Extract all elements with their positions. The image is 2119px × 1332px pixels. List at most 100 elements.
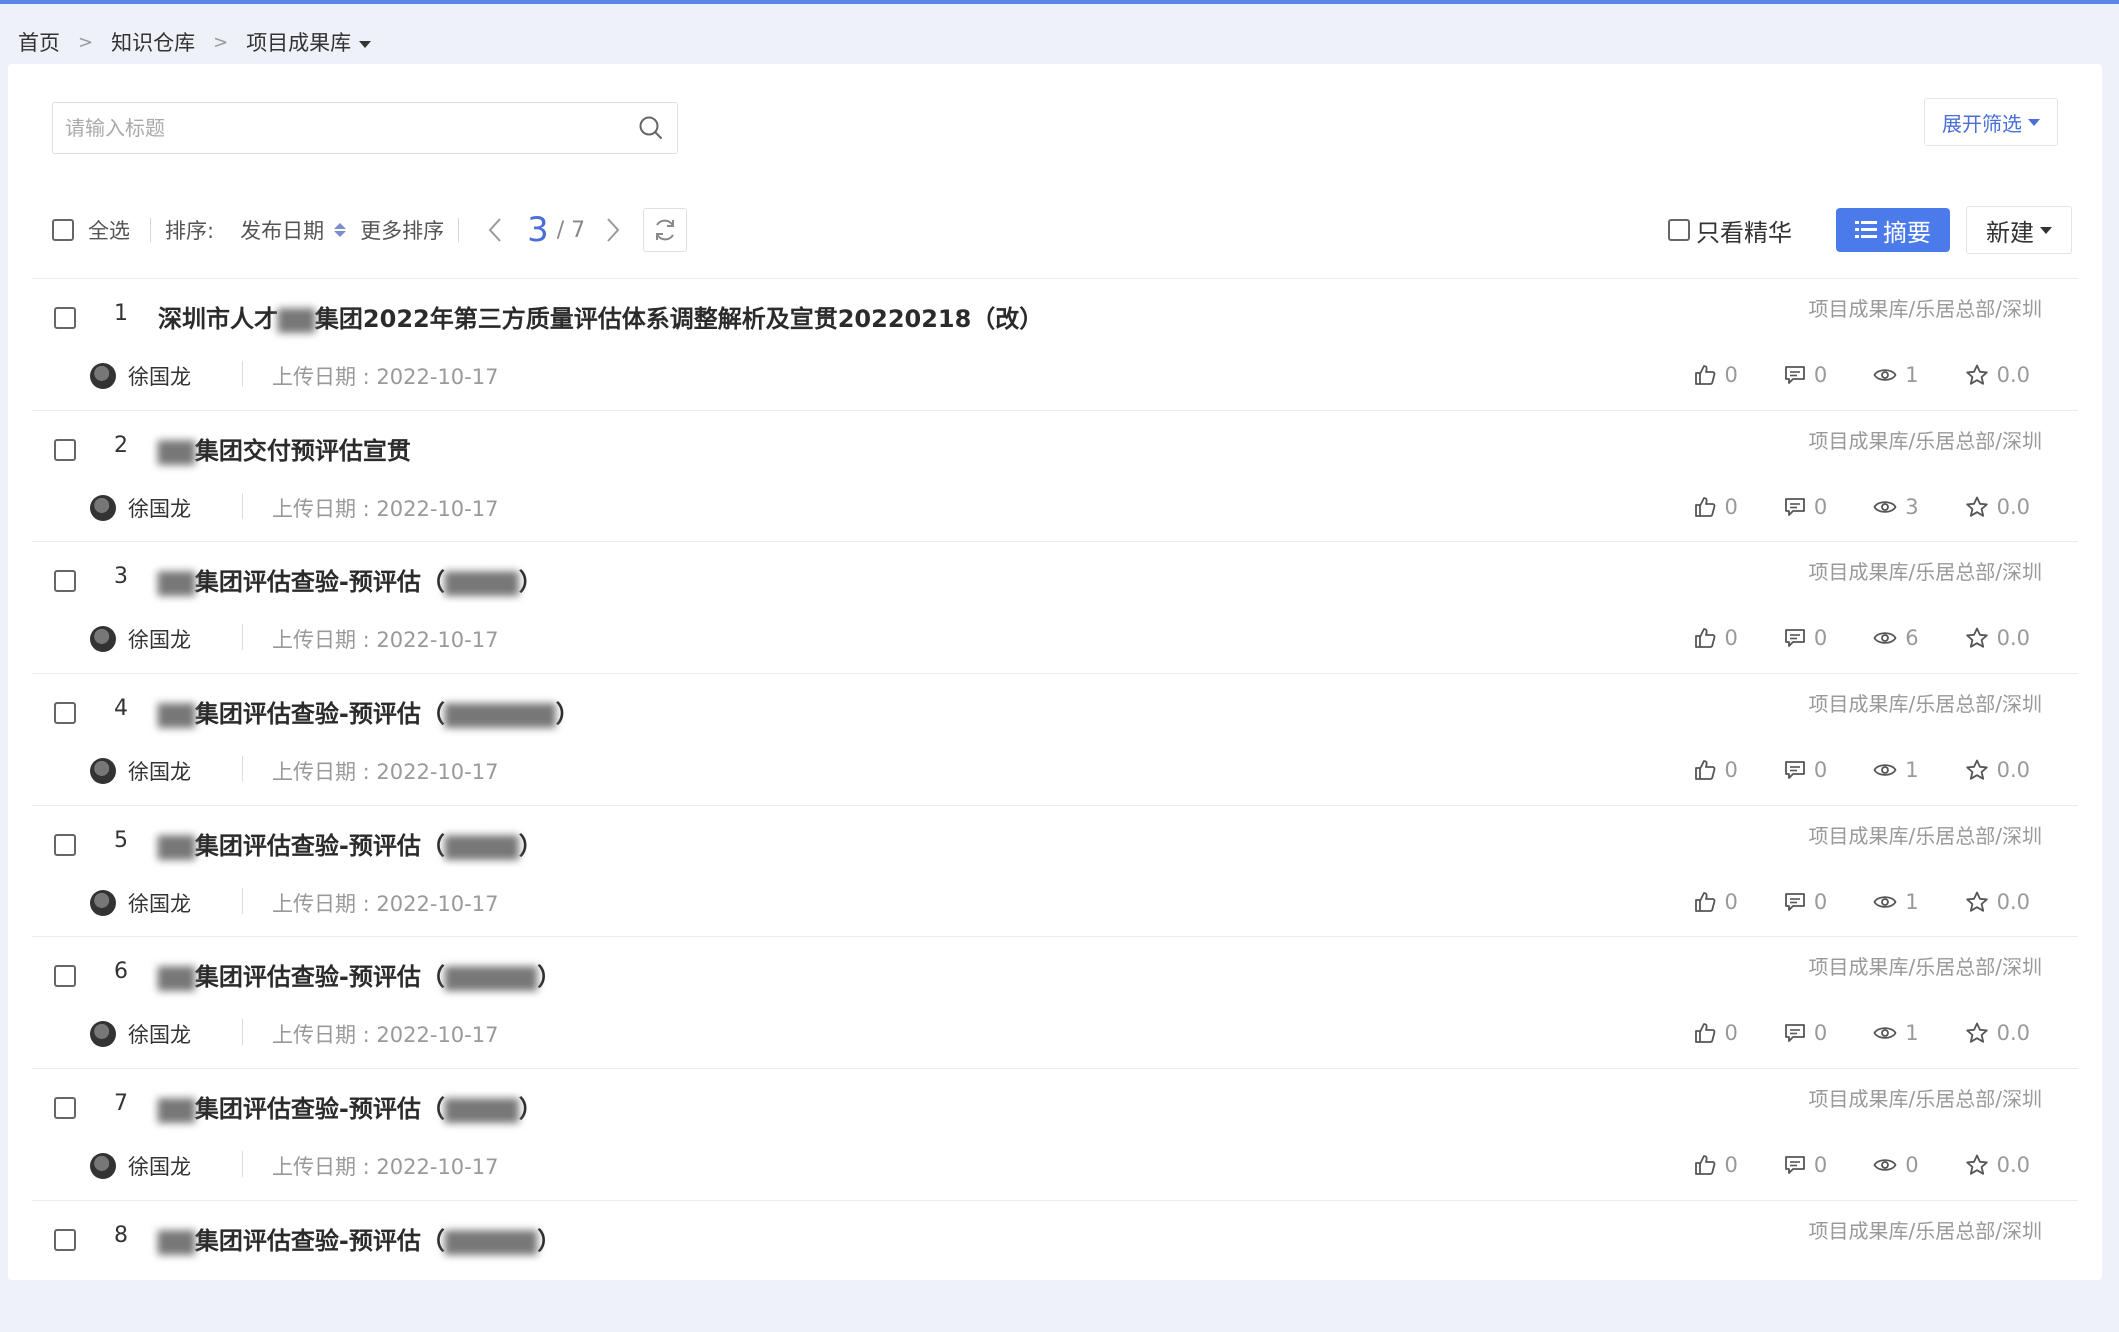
item-checkbox[interactable] (54, 1228, 76, 1251)
star-icon (1965, 759, 1988, 780)
meta-divider (242, 361, 243, 387)
expand-filter-button[interactable]: 展开筛选 (1924, 98, 2058, 146)
meta-divider (242, 492, 243, 519)
item-title[interactable]: ▇▇集团评估查验-预评估（▇▇▇▇▇） (158, 1221, 561, 1256)
item-path: 项目成果库/乐居总部/深圳 (1808, 692, 2042, 717)
star-icon (1965, 1154, 1988, 1175)
like-stat[interactable]: 0 (1694, 1153, 1738, 1177)
list-item[interactable]: 4 ▇▇集团评估查验-预评估（▇▇▇▇▇▇） 项目成果库/乐居总部/深圳 徐国龙… (32, 673, 2078, 805)
rating-value: 0.0 (1996, 1021, 2030, 1046)
list-item[interactable]: 7 ▇▇集团评估查验-预评估（▇▇▇▇） 项目成果库/乐居总部/深圳 徐国龙 上… (32, 1068, 2078, 1200)
item-checkbox[interactable] (54, 307, 76, 329)
chevron-left-icon[interactable] (483, 214, 507, 246)
comment-count: 0 (1813, 758, 1828, 783)
like-count: 0 (1724, 494, 1738, 519)
star-icon (1965, 364, 1988, 385)
item-title[interactable]: ▇▇集团评估查验-预评估（▇▇▇▇） (158, 1089, 543, 1124)
item-title[interactable]: 深圳市人才▇▇集团2022年第三方质量评估体系调整解析及宣贯20220218（改… (158, 299, 1043, 334)
like-stat[interactable]: 0 (1694, 758, 1738, 782)
like-stat[interactable]: 0 (1694, 890, 1738, 914)
list-item[interactable]: 5 ▇▇集团评估查验-预评估（▇▇▇▇） 项目成果库/乐居总部/深圳 徐国龙 上… (32, 804, 2078, 937)
thumbs-up-icon (1695, 496, 1716, 517)
rating-stat[interactable]: 0.0 (1965, 890, 2030, 914)
meta-divider (242, 1019, 243, 1046)
select-all-checkbox[interactable] (52, 219, 74, 241)
essence-only-toggle[interactable]: 只看精华 (1668, 213, 1792, 248)
rating-stat[interactable]: 0.0 (1965, 363, 2030, 387)
item-author[interactable]: 徐国龙 (128, 1151, 191, 1181)
rating-stat[interactable]: 0.0 (1965, 1153, 2030, 1177)
list-item[interactable]: 3 ▇▇集团评估查验-预评估（▇▇▇▇） 项目成果库/乐居总部/深圳 徐国龙 上… (32, 541, 2078, 673)
list-item[interactable]: 2 ▇▇集团交付预评估宣贯 项目成果库/乐居总部/深圳 徐国龙 上传日期 : 2… (32, 409, 2078, 542)
expand-filter-label: 展开筛选 (1942, 111, 2022, 136)
item-checkbox[interactable] (54, 1097, 76, 1120)
item-path: 项目成果库/乐居总部/深圳 (1808, 823, 2042, 848)
item-author[interactable]: 徐国龙 (128, 493, 191, 523)
item-author[interactable]: 徐国龙 (128, 624, 191, 654)
item-checkbox[interactable] (54, 833, 76, 856)
item-path: 项目成果库/乐居总部/深圳 (1808, 428, 2042, 453)
list-item[interactable]: 8 ▇▇集团评估查验-预评估（▇▇▇▇▇） 项目成果库/乐居总部/深圳 (32, 1199, 2078, 1332)
item-author[interactable]: 徐国龙 (128, 361, 191, 391)
item-title[interactable]: ▇▇集团评估查验-预评估（▇▇▇▇▇▇） (158, 694, 580, 729)
select-all[interactable]: 全选 (52, 215, 130, 245)
redacted-text: ▇▇ (158, 568, 195, 597)
item-title[interactable]: ▇▇集团评估查验-预评估（▇▇▇▇） (158, 562, 543, 597)
rating-stat[interactable]: 0.0 (1965, 495, 2030, 519)
like-stat[interactable]: 0 (1694, 626, 1738, 650)
item-author[interactable]: 徐国龙 (128, 1019, 191, 1049)
comment-stat[interactable]: 0 (1784, 626, 1827, 650)
comment-stat[interactable]: 0 (1784, 363, 1827, 387)
comment-stat[interactable]: 0 (1784, 495, 1827, 519)
item-stats: 0 0 1 0.0 (1648, 758, 2030, 782)
item-checkbox[interactable] (54, 702, 76, 725)
item-stats: 0 0 1 0.0 (1648, 363, 2030, 387)
comment-stat[interactable]: 0 (1784, 890, 1827, 914)
select-all-label: 全选 (88, 219, 130, 243)
rating-stat[interactable]: 0.0 (1965, 626, 2030, 650)
more-sort-button[interactable]: 更多排序 (360, 215, 444, 245)
item-title[interactable]: ▇▇集团交付预评估宣贯 (158, 431, 411, 466)
rating-value: 0.0 (1996, 494, 2030, 519)
item-checkbox[interactable] (54, 965, 76, 988)
rating-stat[interactable]: 0.0 (1965, 1021, 2030, 1045)
item-author[interactable]: 徐国龙 (128, 888, 191, 918)
like-stat[interactable]: 0 (1694, 494, 1738, 519)
comment-stat[interactable]: 0 (1784, 1021, 1827, 1045)
list-item[interactable]: 1 深圳市人才▇▇集团2022年第三方质量评估体系调整解析及宣贯20220218… (32, 278, 2078, 410)
comment-count: 0 (1813, 1021, 1828, 1046)
thumbs-up-icon (1695, 628, 1716, 649)
view-stat: 1 (1873, 1021, 1919, 1045)
search-icon[interactable] (625, 102, 677, 154)
comment-icon (1784, 1156, 1805, 1175)
item-checkbox[interactable] (54, 570, 76, 593)
like-stat[interactable]: 0 (1694, 363, 1738, 387)
list-toolbar: 全选 排序: 发布日期 更多排序 3 / 7 只看精华 摘要 新建 (52, 206, 2072, 254)
breadcrumb-knowledge-repo[interactable]: 知识仓库 (111, 27, 195, 57)
list-item[interactable]: 6 ▇▇集团评估查验-预评估（▇▇▇▇▇） 项目成果库/乐居总部/深圳 徐国龙 … (32, 936, 2078, 1068)
item-author[interactable]: 徐国龙 (128, 756, 191, 786)
breadcrumb-current[interactable]: 项目成果库 (246, 27, 372, 57)
essence-only-checkbox[interactable] (1668, 219, 1690, 241)
comment-stat[interactable]: 0 (1784, 1153, 1827, 1177)
refresh-button[interactable] (643, 208, 688, 252)
chevron-right-icon[interactable] (601, 214, 625, 246)
meta-divider (242, 756, 243, 783)
sort-by-publish-date[interactable]: 发布日期 (240, 215, 347, 245)
item-stats: 0 0 1 0.0 (1648, 1021, 2030, 1045)
item-checkbox[interactable] (54, 438, 76, 461)
like-stat[interactable]: 0 (1694, 1021, 1738, 1045)
eye-icon (1873, 895, 1897, 908)
refresh-icon (656, 219, 675, 241)
item-upload-date: 上传日期 : 2022-10-17 (272, 891, 499, 916)
search-input[interactable] (53, 103, 625, 153)
comment-stat[interactable]: 0 (1784, 758, 1827, 782)
rating-stat[interactable]: 0.0 (1965, 758, 2030, 782)
item-title[interactable]: ▇▇集团评估查验-预评估（▇▇▇▇） (158, 826, 543, 861)
item-stats: 0 0 6 0.0 (1648, 626, 2030, 650)
new-button[interactable]: 新建 (1966, 206, 2072, 254)
breadcrumb-home[interactable]: 首页 (18, 27, 60, 57)
view-count: 3 (1905, 494, 1919, 519)
summary-view-button[interactable]: 摘要 (1836, 208, 1950, 252)
item-title[interactable]: ▇▇集团评估查验-预评估（▇▇▇▇▇） (158, 957, 561, 992)
